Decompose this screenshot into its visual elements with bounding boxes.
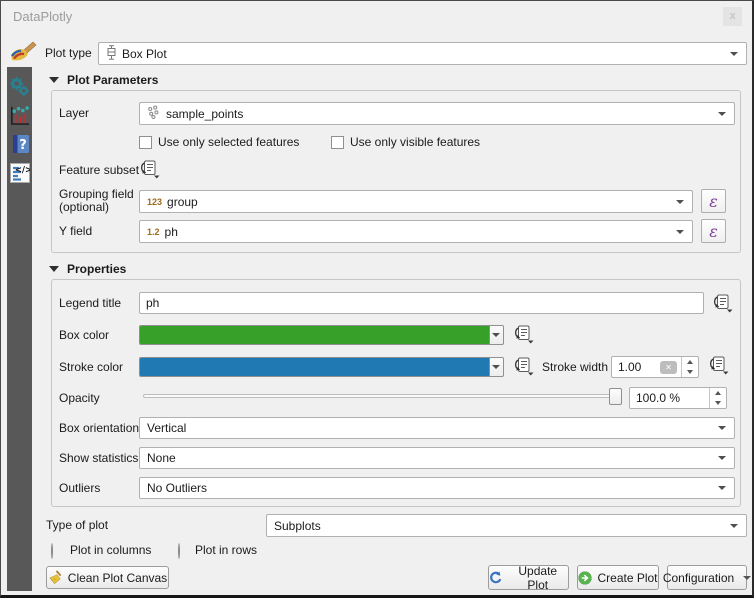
window-title: DataPlotly [13, 9, 723, 24]
data-defined-icon [707, 356, 729, 375]
chevron-down-icon [718, 426, 726, 430]
stroke-width-spinbox[interactable]: 1.00 ✕ [611, 356, 699, 378]
box-color-label: Box color [59, 325, 109, 345]
paintbrush-icon [9, 41, 37, 66]
configuration-button[interactable]: Configuration [667, 565, 747, 590]
sidebar-item-help[interactable] [9, 133, 31, 155]
data-defined-icon [711, 294, 733, 313]
plot-parameters-header[interactable]: Plot Parameters [49, 73, 158, 87]
box-color-button[interactable] [139, 325, 504, 345]
sidebar-item-settings[interactable] [9, 75, 31, 97]
sidebar-item-plot[interactable] [9, 104, 31, 126]
box-color-expression-button[interactable] [510, 324, 536, 345]
use-visible-label[interactable]: Use only visible features [350, 135, 480, 149]
create-arrow-icon [578, 571, 592, 585]
y-field-combo[interactable]: 1.2 ph [139, 220, 693, 243]
stroke-color-button[interactable] [139, 357, 504, 377]
y-field-label: Y field [59, 220, 92, 243]
plot-in-rows-label[interactable]: Plot in rows [195, 543, 257, 557]
broom-icon [48, 570, 63, 585]
use-visible-checkbox[interactable] [331, 136, 344, 149]
close-button[interactable]: x [723, 7, 742, 26]
spin-down-icon [682, 367, 698, 377]
stroke-color-label: Stroke color [59, 357, 123, 377]
plot-type-combo[interactable]: Box Plot [98, 42, 747, 65]
spin-up-icon [682, 357, 698, 367]
outliers-label: Outliers [59, 477, 100, 499]
chevron-down-icon [730, 52, 738, 56]
feature-subset-expression-button[interactable] [136, 159, 162, 180]
dataplotly-dialog: DataPlotly x Plot type Box Plot Plot Par… [0, 0, 754, 598]
chevron-down-icon [492, 365, 500, 369]
help-book-icon [10, 134, 30, 154]
grouping-field-combo[interactable]: 123 group [139, 190, 693, 213]
plot-in-rows-radio[interactable] [178, 543, 180, 559]
layer-combo[interactable]: sample_points [139, 102, 735, 125]
grouping-field-label: Grouping field (optional) [59, 188, 139, 214]
use-selected-checkbox[interactable] [139, 136, 152, 149]
box-orientation-combo[interactable]: Vertical [139, 417, 735, 439]
chevron-down-icon [492, 333, 500, 337]
stroke-color-expression-button[interactable] [510, 356, 536, 377]
properties-header[interactable]: Properties [49, 262, 126, 276]
feature-subset-label: Feature subset [59, 159, 139, 181]
data-defined-icon [512, 325, 534, 344]
chevron-down-icon [730, 524, 738, 528]
update-plot-button[interactable]: Update Plot [488, 565, 569, 590]
layer-points-icon [147, 105, 161, 122]
spin-down-icon [710, 398, 726, 408]
plot-in-columns-radio[interactable] [51, 543, 53, 559]
collapse-triangle-icon [49, 77, 59, 83]
chart-icon [9, 105, 30, 126]
legend-title-label: Legend title [59, 292, 121, 314]
type-of-plot-combo[interactable]: Subplots [266, 514, 747, 537]
chevron-down-icon [743, 576, 751, 580]
boxplot-icon [106, 45, 117, 63]
plot-in-columns-label[interactable]: Plot in columns [70, 543, 151, 557]
box-orientation-label: Box orientation [59, 417, 139, 439]
y-field-expression-button[interactable]: ε [701, 219, 726, 243]
create-plot-button[interactable]: Create Plot [577, 565, 659, 590]
chevron-down-icon [718, 112, 726, 116]
refresh-icon [489, 571, 503, 585]
title-bar: DataPlotly x [1, 1, 752, 31]
layer-label: Layer [59, 102, 89, 125]
clean-plot-canvas-button[interactable]: Clean Plot Canvas [46, 566, 169, 589]
sidebar [7, 67, 32, 591]
use-selected-label[interactable]: Use only selected features [158, 135, 299, 149]
type-of-plot-label: Type of plot [46, 514, 108, 537]
opacity-label: Opacity [59, 389, 100, 407]
stroke-color-swatch [140, 358, 490, 376]
outliers-combo[interactable]: No Outliers [139, 477, 735, 499]
gears-icon [9, 76, 30, 97]
stroke-width-label: Stroke width [542, 357, 608, 377]
code-icon [10, 163, 30, 183]
show-statistics-label: Show statistics [59, 447, 138, 469]
opacity-slider[interactable] [143, 394, 621, 398]
opacity-slider-handle[interactable] [609, 388, 622, 405]
show-statistics-combo[interactable]: None [139, 447, 735, 469]
chevron-down-icon [718, 456, 726, 460]
chevron-down-icon [718, 486, 726, 490]
integer-field-icon: 123 [147, 197, 162, 207]
stroke-width-expression-button[interactable] [705, 355, 731, 376]
clear-value-icon[interactable]: ✕ [660, 361, 677, 374]
chevron-down-icon [676, 200, 684, 204]
chevron-down-icon [676, 230, 684, 234]
box-color-swatch [140, 326, 490, 344]
legend-title-expression-button[interactable] [709, 293, 735, 314]
plot-type-label: Plot type [45, 42, 92, 65]
grouping-expression-button[interactable]: ε [701, 189, 726, 213]
data-defined-icon [512, 357, 534, 376]
collapse-triangle-icon [49, 266, 59, 272]
legend-title-input[interactable] [139, 292, 704, 314]
sidebar-item-code[interactable] [9, 162, 31, 184]
decimal-field-icon: 1.2 [147, 227, 160, 237]
data-defined-icon [138, 160, 160, 179]
opacity-spinbox[interactable]: 100.0 % [629, 387, 727, 409]
spin-up-icon [710, 388, 726, 398]
